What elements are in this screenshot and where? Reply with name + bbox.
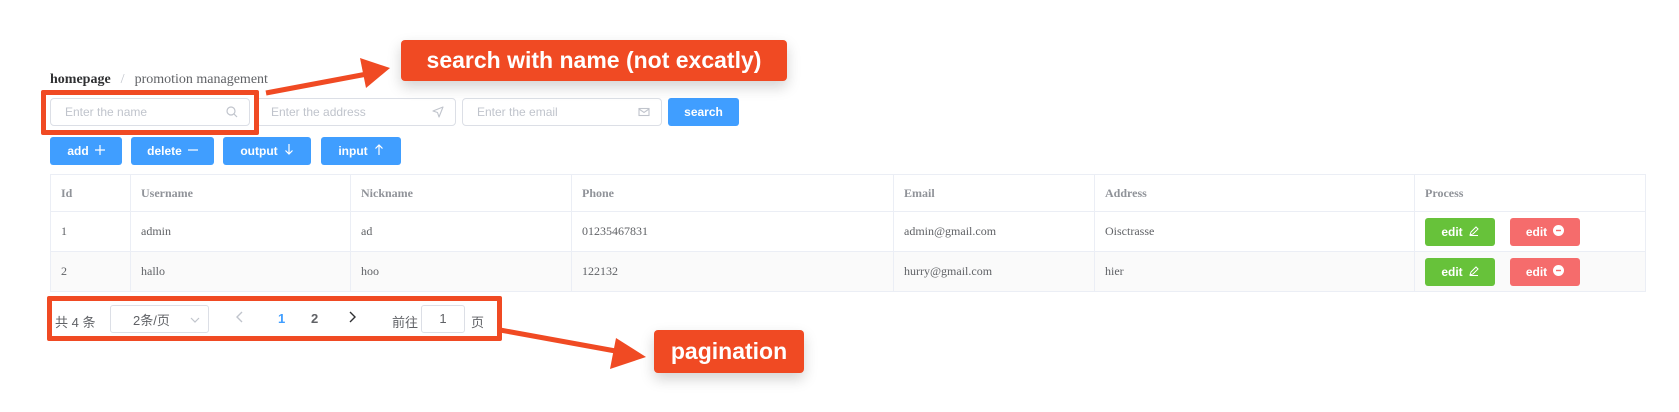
search-annotation-label: search with name (not excatly): [401, 40, 787, 81]
search-button-label: search: [684, 105, 723, 119]
row-edit-button[interactable]: edit: [1425, 257, 1495, 286]
remove-circle-icon: [1553, 264, 1565, 279]
mail-icon: [637, 105, 651, 119]
add-button[interactable]: add: [50, 137, 122, 165]
delete-button-label: edit: [1525, 264, 1548, 279]
plus-icon: [94, 144, 105, 158]
address-search-input[interactable]: [271, 105, 431, 119]
cell-nickname: hoo: [350, 251, 572, 292]
delete-button[interactable]: delete: [131, 137, 214, 165]
breadcrumb-home[interactable]: homepage: [50, 72, 111, 88]
cell-address: hier: [1094, 251, 1415, 292]
row-delete-button[interactable]: edit: [1510, 257, 1580, 286]
input-button[interactable]: input: [321, 137, 401, 165]
column-header: Phone: [571, 174, 894, 212]
output-button-label: output: [240, 144, 278, 158]
row-delete-button[interactable]: edit: [1510, 217, 1580, 246]
add-button-label: add: [67, 144, 89, 158]
column-header: Id: [50, 174, 131, 212]
search-annotation-box: [41, 90, 259, 135]
column-header: Nickname: [350, 174, 572, 212]
annotation-arrow-icon: [265, 58, 390, 96]
arrow-up-icon: [374, 144, 384, 158]
column-header: Username: [130, 174, 351, 212]
pagination-annotation-label: pagination: [654, 330, 804, 373]
pagination-annotation-box: [47, 296, 502, 341]
cell-process: edit edit: [1414, 251, 1646, 292]
output-button[interactable]: output: [223, 137, 311, 165]
row-edit-button[interactable]: edit: [1425, 217, 1495, 246]
cell-nickname: ad: [350, 211, 572, 252]
delete-button-label: delete: [147, 144, 182, 158]
cell-username: admin: [130, 211, 351, 252]
arrow-down-icon: [284, 144, 294, 158]
cell-username: hallo: [130, 251, 351, 292]
minus-icon: [187, 144, 198, 158]
cell-phone: 122132: [571, 251, 894, 292]
remove-circle-icon: [1553, 224, 1565, 239]
breadcrumb-separator: /: [120, 72, 125, 87]
edit-button-label: edit: [1441, 224, 1463, 239]
breadcrumb-current: promotion management: [134, 72, 268, 87]
edit-button-label: edit: [1441, 264, 1463, 279]
column-header: Email: [893, 174, 1095, 212]
pencil-icon: [1468, 225, 1479, 239]
data-table: Id Username Nickname Phone Email Address…: [50, 174, 1646, 292]
column-header: Process: [1414, 174, 1646, 212]
cell-id: 1: [50, 211, 131, 252]
email-search-input[interactable]: [477, 105, 637, 119]
cell-address: Oisctrasse: [1094, 211, 1415, 252]
email-search-field[interactable]: [462, 98, 662, 126]
cell-phone: 01235467831: [571, 211, 894, 252]
address-search-field[interactable]: [256, 98, 456, 126]
delete-button-label: edit: [1525, 224, 1548, 239]
table-header-row: Id Username Nickname Phone Email Address…: [50, 174, 1646, 212]
annotation-arrow-icon: [499, 327, 646, 369]
cell-email: admin@gmail.com: [893, 211, 1095, 252]
search-button[interactable]: search: [668, 98, 739, 126]
breadcrumb: homepage / promotion management: [50, 72, 268, 88]
cell-process: edit edit: [1414, 211, 1646, 252]
cell-id: 2: [50, 251, 131, 292]
location-icon: [431, 105, 445, 119]
table-row: 2 hallo hoo 122132 hurry@gmail.com hier …: [50, 251, 1646, 292]
input-button-label: input: [338, 144, 368, 158]
cell-email: hurry@gmail.com: [893, 251, 1095, 292]
pencil-icon: [1468, 265, 1479, 279]
column-header: Address: [1094, 174, 1415, 212]
table-row: 1 admin ad 01235467831 admin@gmail.com O…: [50, 211, 1646, 252]
